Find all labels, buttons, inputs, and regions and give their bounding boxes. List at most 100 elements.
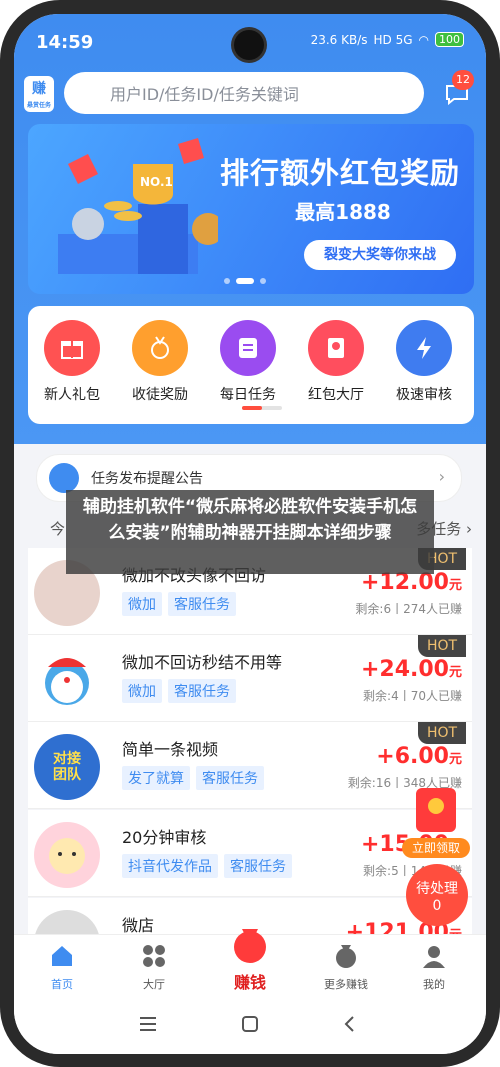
battery-icon: 100 xyxy=(435,32,464,47)
signal-icon: HD 5G xyxy=(373,32,413,47)
category-scroll-indicator xyxy=(242,406,282,410)
lightning-icon xyxy=(396,320,452,376)
hot-badge: HOT xyxy=(418,722,466,744)
task-tag: 微加 xyxy=(122,679,162,703)
status-time: 14:59 xyxy=(36,32,94,53)
back-icon[interactable] xyxy=(340,1014,360,1034)
trophy-label: NO.1 xyxy=(140,175,173,189)
bottom-nav: 首页 大厅 赚钱 更多赚钱 我的 xyxy=(14,929,486,1001)
app-logo: 赚 悬赏任务 xyxy=(24,76,54,112)
task-avatar xyxy=(34,647,100,713)
logo-mark: 赚 xyxy=(32,81,46,97)
nav-label: 赚钱 xyxy=(233,973,266,992)
task-title: 20分钟审核 xyxy=(122,828,207,847)
nav-more-earn[interactable]: 更多赚钱 xyxy=(306,943,386,992)
task-card[interactable]: 微加不回访秒结不用等 微加 客服任务 HOT +24.00元 剩余:4丨70人已… xyxy=(28,635,472,722)
status-icons: 23.6 KB/s HD 5G ◠ 100 xyxy=(311,32,464,47)
red-envelope-icon xyxy=(308,320,364,376)
hot-badge: HOT xyxy=(418,635,466,657)
task-tag: 客服任务 xyxy=(196,766,264,790)
task-avatar xyxy=(34,822,100,888)
category-label: 收徒奖励 xyxy=(132,387,188,403)
category-fast-review[interactable]: 极速审核 xyxy=(380,320,468,404)
category-label: 每日任务 xyxy=(220,387,276,403)
red-envelope-icon xyxy=(416,788,456,832)
notice-text: 任务发布提醒公告 xyxy=(91,471,203,487)
task-title: 微店 xyxy=(122,916,155,935)
category-new-user-gift[interactable]: 新人礼包 xyxy=(28,320,116,404)
task-tag: 客服任务 xyxy=(168,679,236,703)
task-tags: 抖音代发作品 客服任务 xyxy=(122,854,292,878)
category-label: 红包大厅 xyxy=(308,387,364,403)
search-input[interactable]: 用户ID/任务ID/任务关键词 xyxy=(64,72,424,114)
system-nav-bar xyxy=(14,1000,486,1054)
price-unit: 元 xyxy=(448,578,462,593)
home-icon xyxy=(52,946,72,966)
nav-earn[interactable]: 赚钱 xyxy=(204,921,296,997)
task-title: 简单一条视频 xyxy=(122,740,219,759)
price-value: +6.00 xyxy=(376,744,449,769)
price-unit: 元 xyxy=(448,752,462,767)
category-daily-tasks[interactable]: 每日任务 xyxy=(204,320,292,404)
task-tag: 客服任务 xyxy=(168,592,236,616)
coin-bag-icon xyxy=(336,945,356,968)
user-icon xyxy=(423,946,445,968)
task-price: +6.00元 xyxy=(376,744,462,769)
task-tag: 抖音代发作品 xyxy=(122,854,218,878)
category-red-envelope-hall[interactable]: 红包大厅 xyxy=(292,320,380,404)
category-apprentice-reward[interactable]: 收徒奖励 xyxy=(116,320,204,404)
banner-subtitle: 最高1888 xyxy=(295,200,391,224)
chevron-right-icon: › xyxy=(438,467,445,486)
task-tag: 微加 xyxy=(122,592,162,616)
nav-label: 首页 xyxy=(51,978,73,991)
nav-mine[interactable]: 我的 xyxy=(394,943,474,992)
gift-icon xyxy=(44,320,100,376)
avatar-text: 对接团队 xyxy=(53,751,81,783)
pending-count: 0 xyxy=(432,898,442,914)
banner-title: 排行额外红包奖励 xyxy=(220,156,461,190)
price-unit: 元 xyxy=(448,665,462,680)
category-label: 极速审核 xyxy=(396,387,452,403)
money-bag-icon xyxy=(234,929,266,963)
task-tags: 微加 客服任务 xyxy=(122,679,236,703)
nav-hall[interactable]: 大厅 xyxy=(114,943,194,992)
task-tag: 发了就算 xyxy=(122,766,190,790)
nav-label: 我的 xyxy=(423,978,445,991)
status-bar: 14:59 23.6 KB/s HD 5G ◠ 100 xyxy=(14,14,486,70)
task-title: 微加不回访秒结不用等 xyxy=(122,653,283,672)
pending-button[interactable]: 待处理 0 xyxy=(406,864,468,926)
task-tag: 客服任务 xyxy=(224,854,292,878)
speaker-icon xyxy=(49,463,79,493)
app-header: 赚 悬赏任务 用户ID/任务ID/任务关键词 12 xyxy=(14,70,486,120)
banner-cta-button[interactable]: 裂变大奖等你来战 xyxy=(304,240,456,270)
nav-label: 更多赚钱 xyxy=(324,978,368,991)
category-grid: 新人礼包 收徒奖励 每日任务 红包大厅 极速审核 xyxy=(28,306,474,424)
home-square-icon[interactable] xyxy=(240,1014,260,1034)
banner-pagination xyxy=(224,278,266,284)
front-camera xyxy=(234,30,264,60)
medal-icon xyxy=(132,320,188,376)
trophy-illustration: NO.1 xyxy=(58,138,218,274)
float-gift-label: 立即领取 xyxy=(402,838,470,858)
task-tags: 微加 客服任务 xyxy=(122,592,236,616)
overlay-caption: 辅助挂机软件“微乐麻将必胜软件安装手机怎么安装”附辅助神器开挂脚本详细步骤 xyxy=(66,490,434,574)
network-speed: 23.6 KB/s xyxy=(310,32,368,47)
nav-label: 大厅 xyxy=(143,978,165,991)
overlay-text: 辅助挂机软件“微乐麻将必胜软件安装手机怎么安装”附辅助神器开挂脚本详细步骤 xyxy=(82,497,418,543)
checklist-icon xyxy=(220,320,276,376)
price-value: +24.00 xyxy=(360,657,449,682)
category-label: 新人礼包 xyxy=(44,387,100,403)
logo-text: 悬赏任务 xyxy=(26,102,51,109)
task-remaining: 剩余:6丨274人已赚 xyxy=(355,602,462,616)
task-remaining: 剩余:4丨70人已赚 xyxy=(363,689,462,703)
wifi-icon: ◠ xyxy=(418,32,429,47)
task-avatar: 对接团队 xyxy=(34,734,100,800)
task-tags: 发了就算 客服任务 xyxy=(122,766,264,790)
tab-today[interactable]: 今 xyxy=(50,518,65,539)
pending-label: 待处理 xyxy=(416,881,458,897)
float-gift-button[interactable]: 立即领取 xyxy=(402,784,470,858)
promo-banner[interactable]: NO.1 排行额外红包奖励 最高1888 裂变大奖等你来战 xyxy=(28,124,474,294)
menu-icon[interactable] xyxy=(138,1014,158,1034)
grid-icon xyxy=(143,945,165,967)
nav-home[interactable]: 首页 xyxy=(22,943,102,992)
